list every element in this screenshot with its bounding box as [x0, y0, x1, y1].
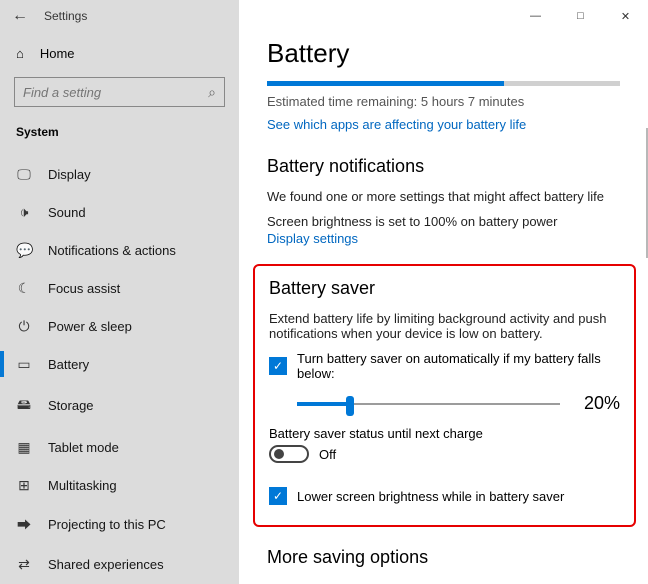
nav: 🖵 Display 🕩 Sound 💬 Notifications & actions…: [0, 155, 239, 584]
display-icon: 🖵: [16, 166, 32, 183]
checkbox-checked-icon: ✓: [269, 357, 287, 375]
search-icon: ⌕: [208, 84, 216, 101]
battery-icon: ▭: [16, 356, 32, 373]
more-options-heading: More saving options: [267, 547, 620, 568]
display-settings-link[interactable]: Display settings: [267, 231, 358, 246]
sidebar: ⌂ Home ⌕ System 🖵 Display 🕩 Sound 💬 Notific…: [0, 32, 239, 584]
sidebar-item-label: Projecting to this PC: [48, 517, 166, 532]
sidebar-item-label: Battery: [48, 357, 89, 372]
battery-saver-box: Battery saver Extend battery life by lim…: [253, 264, 636, 527]
saver-status-value: Off: [319, 447, 336, 462]
saver-status-toggle[interactable]: [269, 445, 309, 463]
sidebar-item-shared[interactable]: ⇄ Shared experiences: [0, 545, 239, 583]
sidebar-item-notifications[interactable]: 💬 Notifications & actions: [0, 231, 239, 269]
sidebar-item-label: Shared experiences: [48, 557, 164, 572]
power-icon: ⏻: [16, 318, 32, 335]
battery-progress: [267, 81, 620, 86]
sidebar-item-projecting[interactable]: ⮕ Projecting to this PC: [0, 504, 239, 545]
sidebar-item-multitasking[interactable]: ⊞ Multitasking: [0, 466, 239, 504]
sidebar-item-label: Focus assist: [48, 281, 120, 296]
page-title: Battery: [267, 38, 620, 69]
apps-link[interactable]: See which apps are affecting your batter…: [267, 117, 526, 132]
close-button[interactable]: ✕: [603, 0, 648, 32]
focus-icon: ☾: [16, 280, 32, 297]
minimize-button[interactable]: ―: [513, 0, 558, 32]
sidebar-item-focus-assist[interactable]: ☾ Focus assist: [0, 269, 239, 307]
search-box[interactable]: ⌕: [14, 77, 225, 107]
back-button[interactable]: ←: [12, 7, 28, 25]
sidebar-item-tablet-mode[interactable]: ▦ Tablet mode: [0, 428, 239, 466]
notifications-icon: 💬: [16, 242, 32, 259]
sidebar-item-display[interactable]: 🖵 Display: [0, 155, 239, 193]
titlebar: ← Settings ― □ ✕: [0, 0, 648, 32]
threshold-slider-row: 20%: [297, 393, 620, 414]
checkbox-checked-icon: ✓: [269, 487, 287, 505]
sidebar-item-battery[interactable]: ▭ Battery: [0, 345, 239, 383]
sidebar-item-sound[interactable]: 🕩 Sound: [0, 193, 239, 231]
estimated-time: Estimated time remaining: 5 hours 7 minu…: [267, 94, 620, 109]
auto-saver-checkbox-row[interactable]: ✓ Turn battery saver on automatically if…: [269, 351, 620, 381]
sidebar-item-label: Storage: [48, 398, 94, 413]
sidebar-item-power-sleep[interactable]: ⏻ Power & sleep: [0, 307, 239, 345]
saver-heading: Battery saver: [269, 278, 620, 299]
shared-icon: ⇄: [16, 556, 32, 573]
sidebar-item-label: Notifications & actions: [48, 243, 176, 258]
tablet-icon: ▦: [16, 439, 32, 456]
home-icon: ⌂: [16, 46, 24, 61]
sidebar-item-label: Power & sleep: [48, 319, 132, 334]
search-input[interactable]: [23, 85, 208, 100]
saver-status-label: Battery saver status until next charge: [269, 426, 620, 441]
sidebar-item-label: Display: [48, 167, 91, 182]
sidebar-item-label: Sound: [48, 205, 86, 220]
threshold-slider[interactable]: [297, 395, 560, 413]
sound-icon: 🕩: [16, 204, 32, 221]
sidebar-home[interactable]: ⌂ Home: [0, 38, 239, 69]
sidebar-group: System: [0, 115, 239, 147]
auto-saver-label: Turn battery saver on automatically if m…: [297, 351, 620, 381]
lower-brightness-checkbox-row[interactable]: ✓ Lower screen brightness while in batte…: [269, 487, 620, 505]
sidebar-item-label: Tablet mode: [48, 440, 119, 455]
main-content: Battery Estimated time remaining: 5 hour…: [239, 32, 648, 584]
multitasking-icon: ⊞: [16, 477, 32, 494]
notifications-heading: Battery notifications: [267, 156, 620, 177]
storage-icon: 🖴: [16, 394, 32, 418]
sidebar-item-label: Multitasking: [48, 478, 117, 493]
app-title: Settings: [44, 9, 87, 23]
lower-brightness-label: Lower screen brightness while in battery…: [297, 489, 564, 504]
saver-desc: Extend battery life by limiting backgrou…: [269, 311, 620, 341]
sidebar-home-label: Home: [40, 46, 75, 61]
sidebar-item-storage[interactable]: 🖴 Storage: [0, 383, 239, 428]
projecting-icon: ⮕: [16, 515, 32, 535]
threshold-value: 20%: [576, 393, 620, 414]
maximize-button[interactable]: □: [558, 0, 603, 32]
notifications-found: We found one or more settings that might…: [267, 189, 620, 204]
notifications-brightness: Screen brightness is set to 100% on batt…: [267, 214, 620, 229]
